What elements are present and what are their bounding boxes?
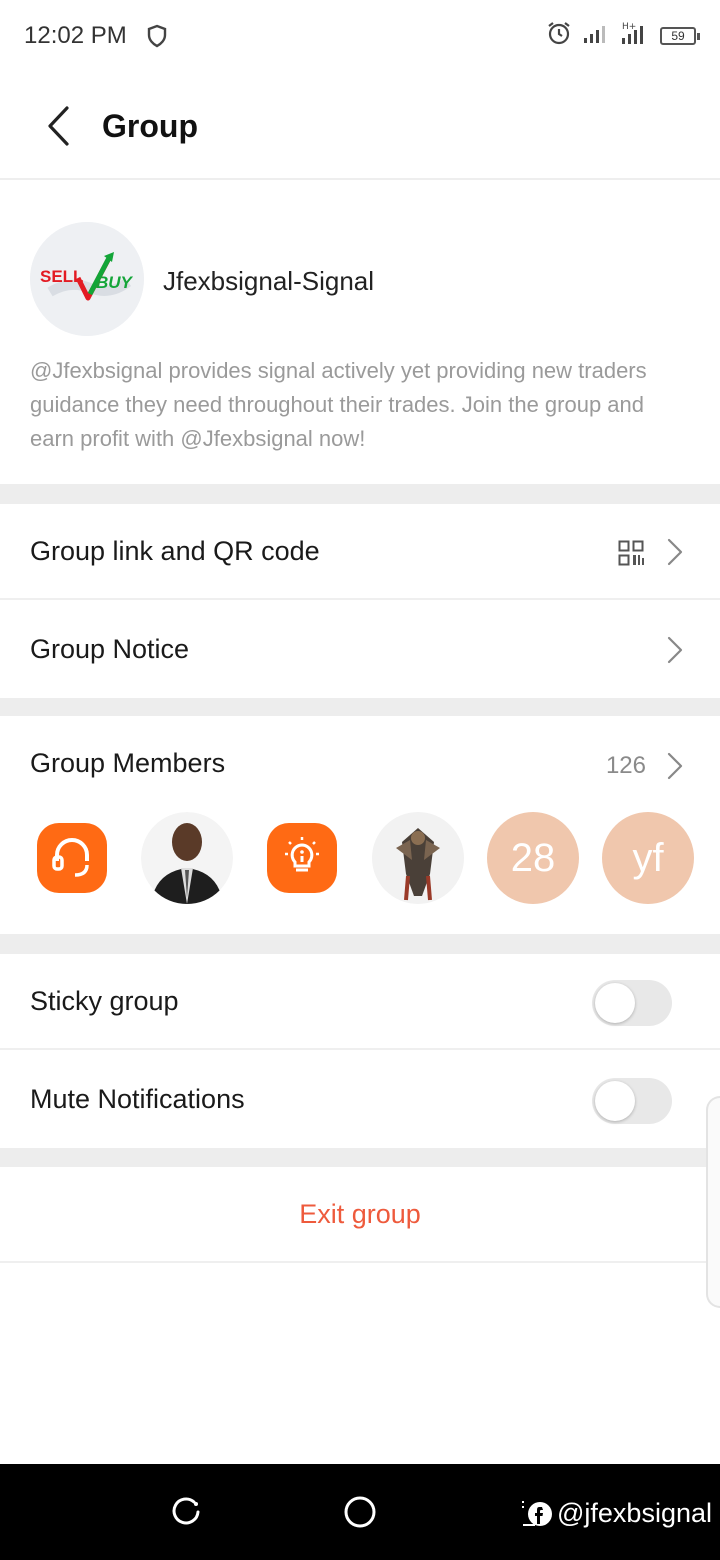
group-notice-row[interactable]: Group Notice (0, 602, 720, 698)
back-button[interactable] (36, 98, 80, 154)
chevron-right-icon (666, 538, 684, 566)
member-initials: yf (632, 835, 664, 880)
sell-buy-logo-icon: SELL BUY (30, 222, 144, 336)
home-icon[interactable] (342, 1494, 378, 1530)
member-initials-avatar[interactable]: yf (602, 812, 694, 904)
member-avatar-list: 28 yf (30, 812, 700, 906)
group-members-count[interactable]: 126 (606, 752, 646, 780)
group-link-row[interactable]: Group link and QR code (0, 504, 720, 600)
watermark: @jfexbsignal (519, 1498, 712, 1529)
lightbulb-icon[interactable] (267, 823, 337, 893)
chevron-left-icon (48, 106, 69, 146)
shield-icon (146, 24, 168, 53)
section-divider (0, 484, 720, 504)
exit-group-button[interactable]: Exit group (0, 1167, 720, 1263)
group-link-label: Group link and QR code (30, 536, 320, 566)
signal-icon (582, 21, 610, 50)
toggle-knob (595, 983, 635, 1023)
side-drawer-handle[interactable] (706, 1096, 720, 1308)
recents-icon[interactable] (168, 1494, 204, 1530)
mute-notifications-toggle[interactable] (592, 1078, 672, 1124)
toggle-knob (595, 1081, 635, 1121)
status-bar: 12:02 PM H+ 59 (0, 0, 720, 72)
person-photo-avatar[interactable] (141, 812, 233, 904)
status-icons: H+ 59 (546, 20, 700, 51)
group-notice-label: Group Notice (30, 634, 190, 664)
section-divider (0, 934, 720, 954)
qr-code-icon (618, 540, 644, 566)
group-members-label: Group Members (30, 748, 226, 778)
exit-group-label: Exit group (299, 1199, 421, 1229)
headset-icon[interactable] (37, 823, 107, 893)
mute-notifications-row: Mute Notifications (0, 1052, 720, 1148)
page-title: Group (102, 108, 198, 144)
navigation-bar: @jfexbsignal (0, 1464, 720, 1560)
alarm-icon (546, 20, 572, 51)
group-members-section: Group Members 126 28 yf (0, 716, 720, 934)
section-divider (0, 1148, 720, 1167)
group-info: SELL BUY Jfexbsignal-Signal @Jfexbsignal… (0, 182, 720, 484)
member-initials: 28 (510, 835, 556, 880)
logo-sell-text: SELL (40, 267, 83, 286)
chevron-right-icon (666, 636, 684, 664)
battery-icon: 59 (660, 26, 700, 45)
sticky-group-toggle[interactable] (592, 980, 672, 1026)
signal-4g-icon: H+ (620, 20, 650, 51)
status-time: 12:02 PM (24, 22, 127, 49)
header: Group (0, 72, 720, 180)
battery-level: 59 (671, 28, 685, 43)
group-avatar[interactable]: SELL BUY (30, 222, 144, 336)
chevron-right-icon[interactable] (666, 752, 684, 780)
group-name: Jfexbsignal-Signal (163, 266, 375, 296)
mute-notifications-label: Mute Notifications (30, 1084, 245, 1114)
member-initials-avatar[interactable]: 28 (487, 812, 579, 904)
group-description: @Jfexbsignal provides signal actively ye… (30, 358, 647, 451)
watermark-text: @jfexbsignal (557, 1498, 712, 1528)
section-divider (0, 698, 720, 716)
sticky-group-label: Sticky group (30, 986, 179, 1016)
warrior-artwork-avatar[interactable] (372, 812, 464, 904)
sticky-group-row: Sticky group (0, 954, 720, 1050)
facebook-logo-icon (519, 1499, 553, 1529)
